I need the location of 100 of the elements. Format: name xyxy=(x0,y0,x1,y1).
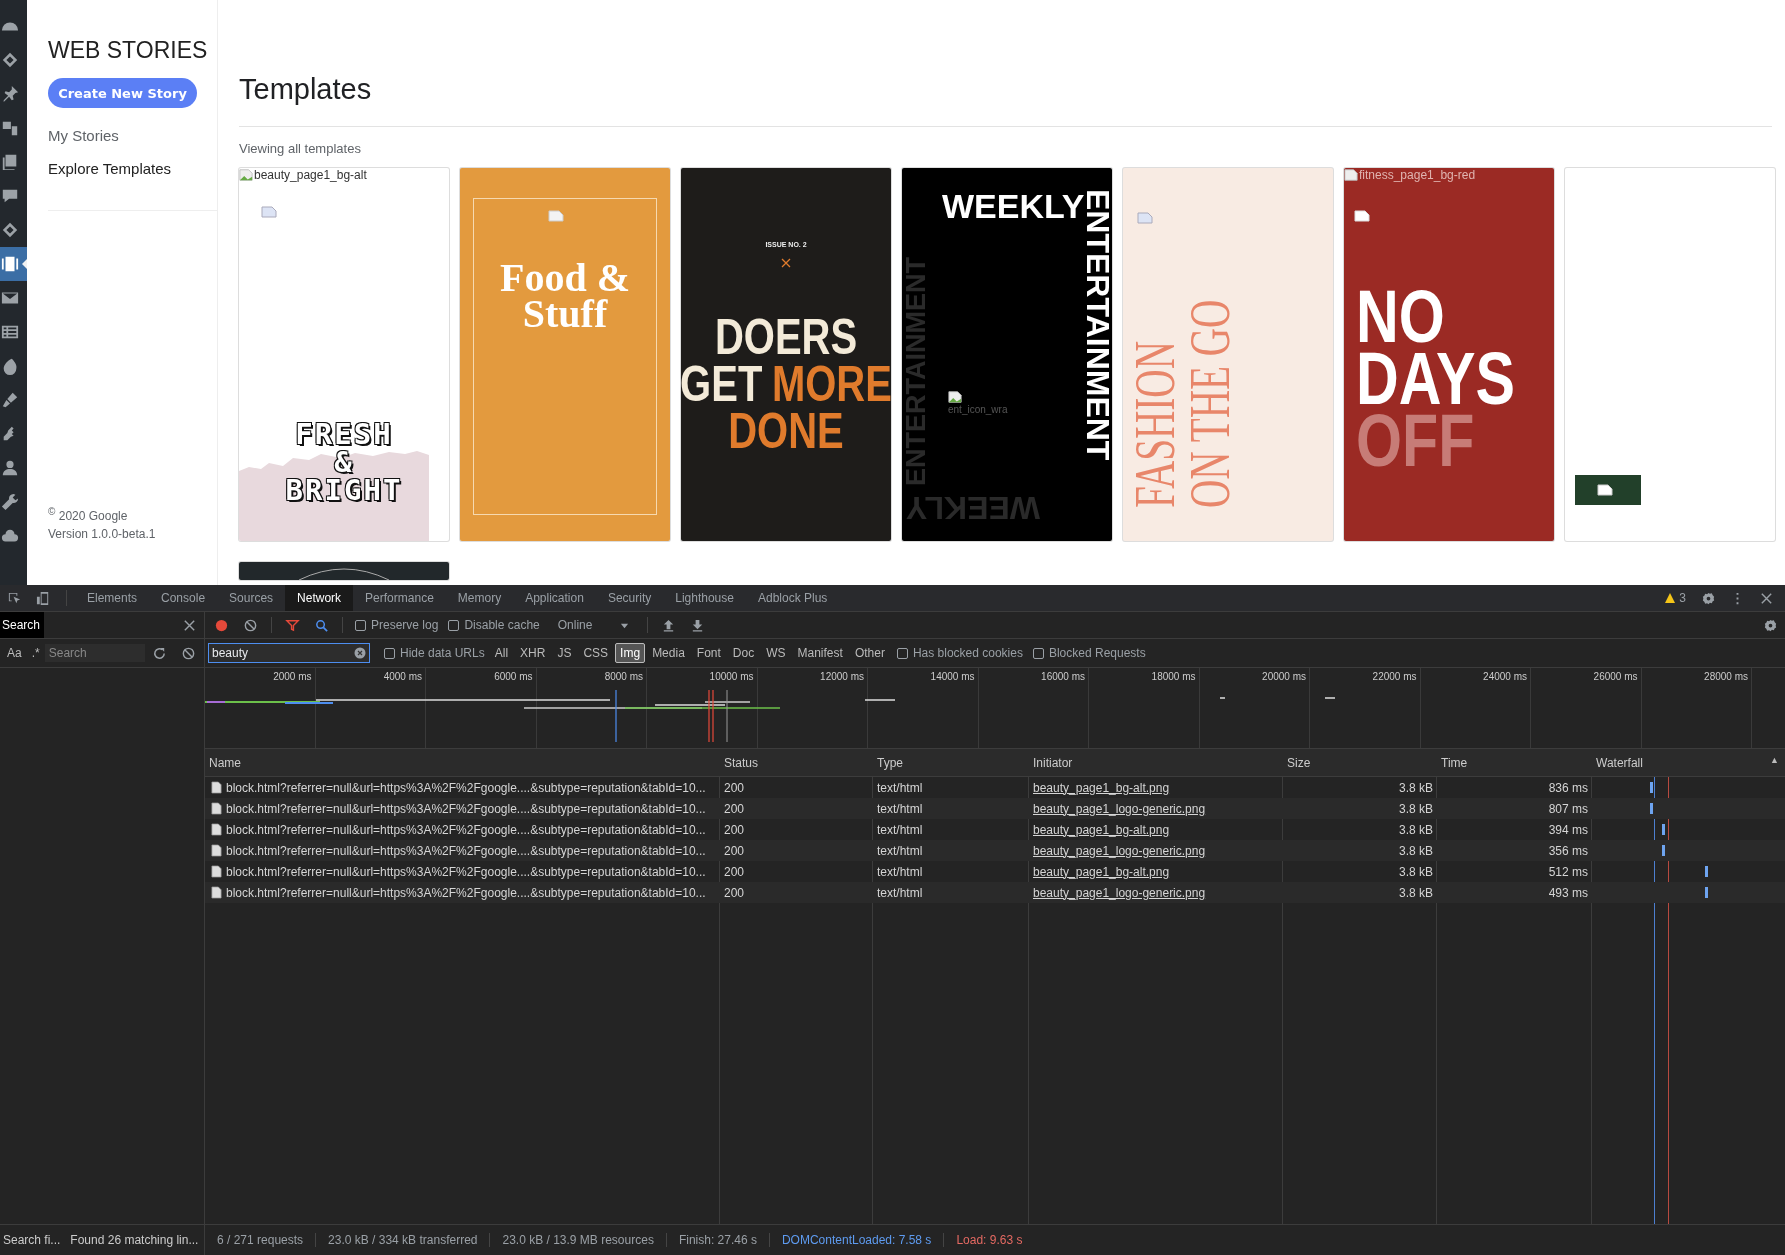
sort-indicator[interactable]: ▲ xyxy=(1770,755,1779,765)
table-cell: 200 xyxy=(724,801,745,816)
document-icon xyxy=(211,865,222,878)
inspect-icon[interactable] xyxy=(7,590,22,606)
document-icon xyxy=(211,886,222,899)
table-cell: text/html xyxy=(877,864,923,879)
template-card[interactable]: fitness_page1_bg-red NO DAYS OFF xyxy=(1344,168,1554,541)
filter-field[interactable]: beauty xyxy=(208,643,370,663)
settings-icon[interactable] xyxy=(1701,590,1716,606)
checkbox[interactable] xyxy=(1032,647,1044,659)
table-cell: block.html?referrer=null&url=https%3A%2F%2Fgoogle....&subtype=reputation&tabId=10... xyxy=(226,864,706,879)
search-field[interactable]: Search xyxy=(44,644,145,662)
comment-icon xyxy=(1,187,19,205)
table-cell: 200 xyxy=(724,864,745,879)
headline-line: NO xyxy=(1356,286,1445,348)
create-story-button[interactable]: Create New Story xyxy=(48,78,197,108)
sidebar-title: WEB STORIES xyxy=(48,37,209,64)
devtools-tab[interactable]: Application xyxy=(513,585,596,611)
column-header[interactable]: Waterfall xyxy=(1592,755,1643,770)
alt-text: ent_icon_wra xyxy=(948,404,1008,415)
checkbox-label: Disable cache xyxy=(464,618,540,632)
search-icon[interactable] xyxy=(314,617,329,633)
initiator-link[interactable]: beauty_page1_logo-generic.png xyxy=(1033,801,1206,816)
checkbox-label: Preserve log xyxy=(371,618,439,632)
table-cell: 836 ms xyxy=(1548,780,1588,795)
devtools-tab[interactable]: Console xyxy=(149,585,218,611)
headline-word: DONE xyxy=(728,408,844,455)
initiator-link[interactable]: beauty_page1_bg-alt.png xyxy=(1033,780,1170,795)
filter-type-button[interactable]: JS xyxy=(552,643,577,663)
initiator-link[interactable]: beauty_page1_bg-alt.png xyxy=(1033,822,1170,837)
admin-menu-item[interactable] xyxy=(0,247,27,281)
table-cell: 3.8 kB xyxy=(1398,801,1433,816)
clear-field-icon[interactable] xyxy=(354,647,366,659)
checkbox-label: Has blocked cookies xyxy=(912,646,1023,660)
checkbox[interactable] xyxy=(355,619,366,631)
headline-line: Food & xyxy=(500,260,630,296)
broken-image-icon xyxy=(1597,484,1613,496)
column-header[interactable]: Size xyxy=(1283,755,1311,770)
warning-icon[interactable] xyxy=(1664,592,1677,604)
status-text: 23.0 kB / 334 kB transferred xyxy=(315,1233,490,1247)
column-header[interactable]: Status xyxy=(720,755,759,770)
device-icon[interactable] xyxy=(36,590,51,606)
initiator-link[interactable]: beauty_page1_bg-alt.png xyxy=(1033,864,1170,879)
filter-type-button[interactable]: All xyxy=(489,643,514,663)
tick-label: 16000 ms xyxy=(1041,671,1085,682)
table-cell: 807 ms xyxy=(1548,801,1588,816)
initiator-link[interactable]: beauty_page1_logo-generic.png xyxy=(1033,843,1206,858)
filter-type-button[interactable]: Doc xyxy=(727,643,760,663)
column-header[interactable]: Initiator xyxy=(1029,755,1073,770)
nav-link[interactable]: My Stories xyxy=(48,127,119,144)
devtools-tab[interactable]: Adblock Plus xyxy=(745,585,840,611)
checkbox[interactable] xyxy=(384,647,395,659)
version-text: Version 1.0.0-beta.1 xyxy=(48,526,157,543)
headline-line: ON THE GO xyxy=(1183,298,1238,508)
headline-line: OFF xyxy=(1356,410,1475,472)
table-cell: block.html?referrer=null&url=https%3A%2F%2Fgoogle....&subtype=reputation&tabId=10... xyxy=(226,822,706,837)
filter-type-button[interactable]: Other xyxy=(849,643,890,663)
devtools-tab[interactable]: Performance xyxy=(353,585,446,611)
search-tab[interactable]: Search xyxy=(0,612,45,638)
table-cell: block.html?referrer=null&url=https%3A%2F%2Fgoogle....&subtype=reputation&tabId=10... xyxy=(226,843,706,858)
filter-icon[interactable] xyxy=(285,617,300,633)
headline-line: FASHION xyxy=(1128,340,1183,508)
column-header[interactable]: Type xyxy=(873,755,903,770)
refresh-icon[interactable] xyxy=(151,645,167,661)
table-cell: 512 ms xyxy=(1548,864,1588,879)
record-icon[interactable] xyxy=(214,617,229,633)
template-card[interactable]: beauty_page1_bg-alt FRESH & BRIGHT xyxy=(239,168,449,541)
document-icon xyxy=(211,844,222,857)
filter-type-button[interactable]: Manifest xyxy=(792,643,848,663)
warning-count[interactable]: 3 xyxy=(1679,591,1686,605)
devtools-tab[interactable]: Network xyxy=(285,585,354,611)
filter-type-button[interactable]: Media xyxy=(647,643,690,663)
column-header[interactable]: Time xyxy=(1437,755,1468,770)
nav-link[interactable]: Explore Templates xyxy=(48,160,172,177)
devtools-tab[interactable]: Sources xyxy=(217,585,286,611)
filter-type-button[interactable]: CSS xyxy=(578,643,614,663)
filter-type-button[interactable]: Img xyxy=(615,643,646,663)
headline-text: WEEKLY xyxy=(942,188,1085,224)
checkbox[interactable] xyxy=(448,619,460,631)
settings-icon[interactable] xyxy=(1763,617,1778,633)
devtools-tab[interactable]: Elements xyxy=(75,585,150,611)
throttling-select[interactable]: Online xyxy=(557,618,620,632)
filter-type-button[interactable]: XHR xyxy=(515,643,551,663)
table-cell: 394 ms xyxy=(1548,822,1588,837)
table-cell: 493 ms xyxy=(1548,885,1588,900)
devtools-tab[interactable]: Security xyxy=(595,585,664,611)
filter-type-button[interactable]: WS xyxy=(761,643,791,663)
tick-label: 4000 ms xyxy=(383,671,422,682)
column-header[interactable]: Name xyxy=(205,755,241,770)
devtools-tab[interactable]: Memory xyxy=(445,585,514,611)
template-card[interactable] xyxy=(1565,168,1775,541)
clear-icon[interactable] xyxy=(180,645,196,661)
headline-word: MORE xyxy=(771,361,891,408)
devtools-tab[interactable]: Lighthouse xyxy=(663,585,746,611)
checkbox[interactable] xyxy=(896,647,908,659)
filter-type-button[interactable]: Font xyxy=(691,643,726,663)
regex-toggle[interactable]: .* xyxy=(26,646,45,660)
match-case-toggle[interactable]: Aa xyxy=(2,646,27,660)
initiator-link[interactable]: beauty_page1_logo-generic.png xyxy=(1033,885,1206,900)
clear-icon[interactable] xyxy=(243,617,258,633)
